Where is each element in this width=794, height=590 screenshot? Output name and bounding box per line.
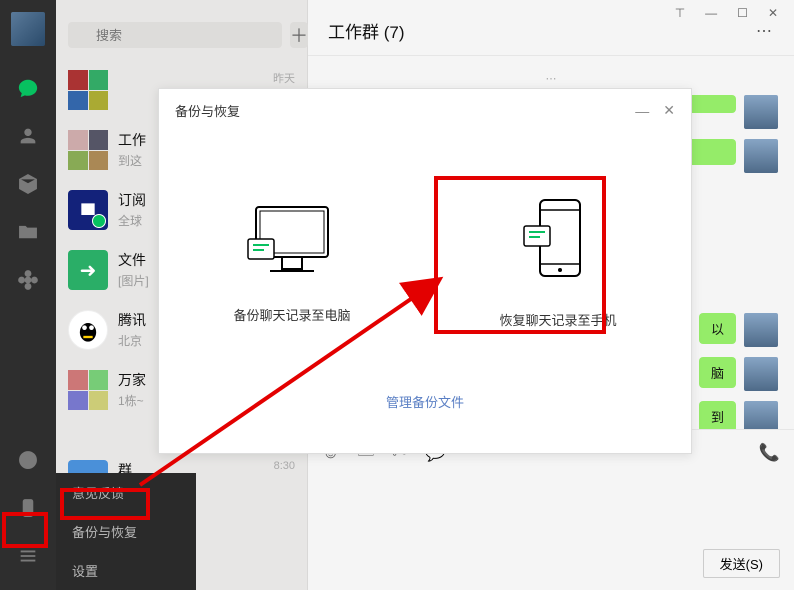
menu-settings[interactable]: 设置 [56, 551, 196, 590]
close-button[interactable]: ✕ [768, 6, 778, 18]
computer-icon [242, 201, 342, 287]
backup-restore-modal: 备份与恢复 — ✕ 备份聊天记录至电脑 [158, 88, 692, 454]
group-avatar [68, 130, 108, 170]
discover-icon[interactable] [16, 268, 40, 292]
message-bubble: 以 [699, 313, 736, 344]
window-titlebar: ⊤ — ☐ ✕ [659, 0, 794, 24]
time-divider: ⋯ [324, 72, 778, 85]
message-avatar[interactable] [744, 95, 778, 129]
chat-title: 工作群 (7) [328, 18, 405, 43]
message-avatar[interactable] [744, 313, 778, 347]
search-bar: 🔍 ＋ [56, 0, 307, 60]
modal-minimize-button[interactable]: — [635, 103, 649, 119]
phone-icon[interactable] [16, 496, 40, 520]
message-avatar[interactable] [744, 139, 778, 173]
pin-icon[interactable]: ⊤ [675, 6, 685, 18]
conv-time: 8:30 [274, 460, 295, 472]
message-bubble: 到 [699, 401, 736, 429]
file-transfer-avatar: ➜ [68, 250, 108, 290]
chat-tab-icon[interactable] [16, 76, 40, 100]
message-avatar[interactable] [744, 357, 778, 391]
cube-icon[interactable] [16, 172, 40, 196]
menu-hamburger-icon[interactable] [16, 544, 40, 568]
chat-input[interactable] [308, 473, 794, 543]
avatar [68, 310, 108, 350]
manage-backup-link[interactable]: 管理备份文件 [386, 395, 464, 410]
restore-to-phone-option[interactable]: 恢复聊天记录至手机 [425, 186, 691, 339]
message-avatar[interactable] [744, 401, 778, 429]
add-button[interactable]: ＋ [290, 22, 308, 48]
modal-titlebar: 备份与恢复 — ✕ [159, 89, 691, 132]
group-avatar [68, 370, 108, 410]
menu-backup-restore[interactable]: 备份与恢复 [56, 512, 196, 551]
search-input[interactable] [68, 22, 282, 48]
phone-icon [518, 196, 598, 292]
contacts-tab-icon[interactable] [16, 124, 40, 148]
minimize-button[interactable]: — [705, 6, 717, 18]
send-button[interactable]: 发送(S) [703, 549, 780, 578]
settings-menu: 意见反馈 备份与恢复 设置 [56, 473, 196, 590]
user-avatar[interactable] [11, 12, 45, 46]
modal-close-button[interactable]: ✕ [663, 102, 675, 119]
conv-time: 昨天 [273, 70, 295, 86]
backup-to-pc-label: 备份聊天记录至电脑 [233, 305, 350, 324]
menu-feedback[interactable]: 意见反馈 [56, 473, 196, 512]
subscription-avatar [68, 190, 108, 230]
group-avatar [68, 70, 108, 110]
maximize-button[interactable]: ☐ [737, 6, 748, 18]
call-icon[interactable]: 📞 [759, 443, 780, 463]
message-bubble: 脑 [699, 357, 736, 388]
restore-to-phone-label: 恢复聊天记录至手机 [499, 310, 616, 329]
miniprogram-icon[interactable] [16, 448, 40, 472]
folder-icon[interactable] [16, 220, 40, 244]
sidebar [0, 0, 56, 590]
backup-to-pc-option[interactable]: 备份聊天记录至电脑 [159, 191, 425, 334]
modal-title-text: 备份与恢复 [175, 101, 240, 120]
